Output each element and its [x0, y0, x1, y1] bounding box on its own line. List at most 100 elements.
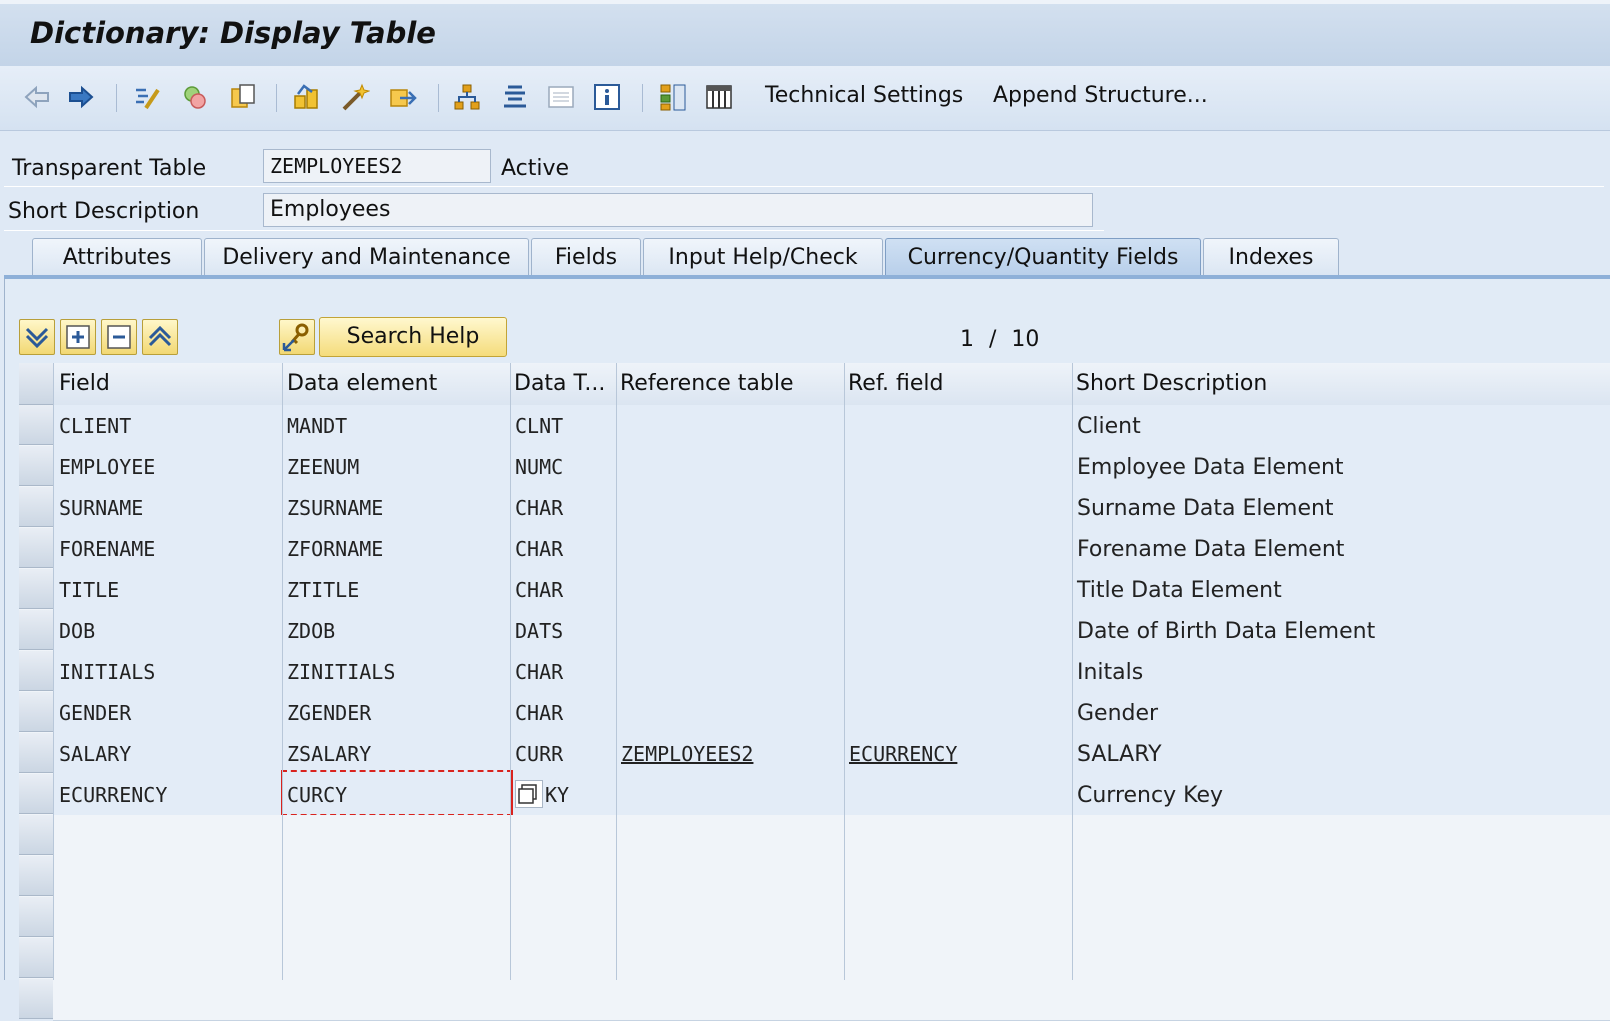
row-selector[interactable] — [19, 569, 53, 609]
cell-field: DOB — [59, 619, 96, 643]
value-help-icon — [518, 784, 537, 804]
row-selector[interactable] — [19, 897, 53, 937]
cell-type: CHAR — [515, 578, 564, 602]
cell-field: GENDER — [59, 701, 132, 725]
row-selector[interactable] — [19, 733, 53, 773]
cell-type: CHAR — [515, 701, 564, 725]
append-structure-button[interactable]: Append Structure... — [993, 83, 1208, 108]
empty-table-row[interactable] — [53, 815, 1610, 857]
table-type-label: Transparent Table — [12, 156, 207, 181]
column-header-data-element[interactable]: Data element — [287, 371, 437, 396]
table-row[interactable]: TITLE ZTITLE CHAR Title Data Element — [53, 569, 1610, 611]
short-description-label: Short Description — [8, 199, 200, 224]
forward-arrow-icon[interactable] — [66, 82, 96, 112]
cell-field: ECURRENCY — [59, 783, 168, 807]
cell-type: DATS — [515, 619, 564, 643]
short-description-field[interactable]: Employees — [263, 193, 1093, 227]
cell-reftable[interactable]: ZEMPLOYEES2 — [621, 742, 753, 766]
column-header-field[interactable]: Field — [59, 371, 110, 396]
cell-type: NUMC — [515, 455, 564, 479]
tab-delivery-and-maintenance[interactable]: Delivery and Maintenance — [204, 238, 529, 276]
table-row[interactable]: CLIENT MANDT CLNT Client — [53, 405, 1610, 447]
row-selector[interactable] — [19, 528, 53, 568]
row-selector[interactable] — [19, 651, 53, 691]
search-help-button[interactable]: Search Help — [319, 317, 507, 357]
cell-field: INITIALS — [59, 660, 156, 684]
row-selector[interactable] — [19, 774, 53, 814]
cell-element: ZTITLE — [287, 578, 360, 602]
table-row[interactable]: EMPLOYEE ZEENUM NUMC Employee Data Element — [53, 446, 1610, 488]
tab-attributes[interactable]: Attributes — [32, 238, 202, 276]
table-row[interactable]: INITIALS ZINITIALS CHAR Initals — [53, 651, 1610, 693]
table-row[interactable]: FORENAME ZFORNAME CHAR Forename Data Elemen… — [53, 528, 1610, 570]
tab-indexes[interactable]: Indexes — [1203, 238, 1339, 276]
scroll-first-button[interactable] — [142, 319, 178, 355]
cell-reffield[interactable]: ECURRENCY — [849, 742, 957, 766]
layout-icon[interactable] — [546, 82, 576, 112]
test-icon[interactable] — [388, 82, 418, 112]
column-header-data-type[interactable]: Data T... — [514, 371, 605, 396]
cell-desc: Title Data Element — [1077, 578, 1282, 603]
other-object-icon[interactable] — [180, 82, 210, 112]
cell-type: CHAR — [515, 660, 564, 684]
column-divider — [844, 363, 845, 980]
activate-icon[interactable] — [340, 82, 370, 112]
row-selector[interactable] — [19, 815, 53, 855]
column-header-reference-table[interactable]: Reference table — [620, 371, 794, 396]
select-all-cell[interactable] — [19, 363, 53, 405]
row-selector[interactable] — [19, 446, 53, 486]
table-row[interactable]: ECURRENCY CURCY KY Currency Key — [53, 770, 1610, 816]
toolbar-separator — [116, 84, 117, 112]
tab-input-help-check[interactable]: Input Help/Check — [643, 238, 883, 276]
empty-table-row[interactable] — [53, 856, 1610, 898]
insert-row-button[interactable] — [60, 319, 96, 355]
cell-element: ZINITIALS — [287, 660, 396, 684]
row-selector[interactable] — [19, 938, 53, 978]
delete-row-button[interactable] — [101, 319, 137, 355]
row-pager: 1 / 10 — [960, 327, 1039, 352]
column-header-ref-field[interactable]: Ref. field — [848, 371, 943, 396]
column-header-short-description[interactable]: Short Description — [1076, 371, 1267, 396]
insert-row-icon — [66, 325, 90, 349]
tab-currency-quantity-fields[interactable]: Currency/Quantity Fields — [885, 238, 1201, 276]
technical-settings-button[interactable]: Technical Settings — [765, 83, 963, 108]
cell-type: CLNT — [515, 414, 564, 438]
scroll-last-button[interactable] — [19, 319, 55, 355]
table-name-field[interactable]: ZEMPLOYEES2 — [263, 149, 491, 183]
copy-object-icon[interactable] — [228, 82, 258, 112]
row-selector[interactable] — [19, 487, 53, 527]
table-row[interactable]: DOB ZDOB DATS Date of Birth Data Element — [53, 610, 1610, 652]
header-row-table — [4, 148, 1604, 187]
check-icon[interactable] — [292, 82, 322, 112]
delete-row-icon — [107, 325, 131, 349]
table-row[interactable]: GENDER ZGENDER CHAR Gender — [53, 692, 1610, 734]
current-row: 1 — [960, 327, 974, 352]
cell-element: ZEENUM — [287, 455, 360, 479]
table-row[interactable]: SURNAME ZSURNAME CHAR Surname Data Element — [53, 487, 1610, 529]
foreign-key-button[interactable] — [279, 319, 315, 355]
columns-icon[interactable] — [704, 82, 734, 112]
focused-cell-outline — [281, 770, 513, 816]
toggle-change-icon[interactable] — [132, 82, 162, 112]
where-used-icon[interactable] — [500, 82, 530, 112]
empty-table-row[interactable] — [53, 897, 1610, 939]
table-row[interactable]: SALARY ZSALARY CURR ZEMPLOYEES2 ECURRENCY SAL… — [53, 733, 1610, 775]
cell-element: ZSALARY — [287, 742, 372, 766]
empty-table-row[interactable] — [53, 938, 1610, 980]
hierarchy-icon[interactable] — [452, 82, 482, 112]
row-selector[interactable] — [19, 692, 53, 732]
row-selector[interactable] — [19, 610, 53, 650]
cell-desc: Client — [1077, 414, 1141, 439]
row-selector[interactable] — [19, 856, 53, 896]
cell-field: SURNAME — [59, 496, 144, 520]
value-help-button[interactable] — [515, 780, 543, 808]
cell-desc: Initals — [1077, 660, 1144, 685]
empty-table-row[interactable] — [53, 979, 1610, 1021]
object-list-icon[interactable] — [658, 82, 688, 112]
information-icon[interactable] — [592, 82, 622, 112]
cell-desc: Gender — [1077, 701, 1159, 726]
tab-fields[interactable]: Fields — [531, 238, 641, 276]
row-selector[interactable] — [19, 405, 53, 445]
back-arrow-icon[interactable] — [22, 82, 52, 112]
row-selector[interactable] — [19, 979, 53, 1019]
